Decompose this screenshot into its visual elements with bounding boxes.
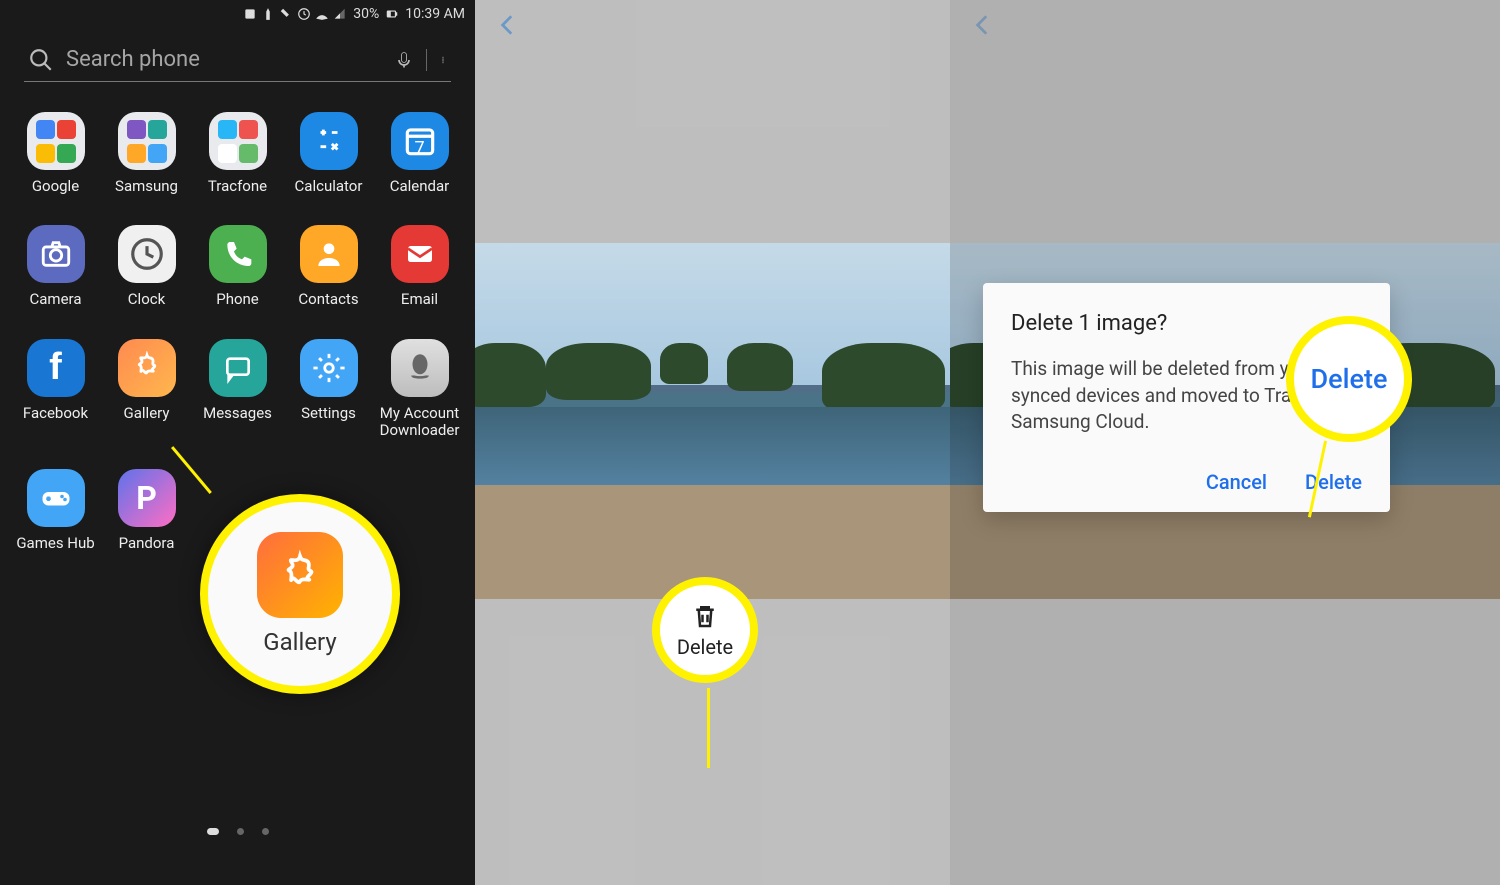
callout-dialog-delete: Delete xyxy=(1286,316,1412,442)
app-camera[interactable]: Camera xyxy=(10,225,101,308)
app-tracfone[interactable]: Tracfone xyxy=(192,112,283,195)
back-icon[interactable] xyxy=(495,12,521,38)
app-pandora[interactable]: PPandora xyxy=(101,469,192,552)
app-drawer-screen: 30% 10:39 AM Search phone Google Samsung… xyxy=(0,0,475,885)
app-calculator[interactable]: Calculator xyxy=(283,112,374,195)
app-google[interactable]: Google xyxy=(10,112,101,195)
app-contacts[interactable]: Contacts xyxy=(283,225,374,308)
back-icon[interactable] xyxy=(970,12,996,38)
trash-icon xyxy=(690,601,720,631)
app-my-account-downloader[interactable]: My Account Downloader xyxy=(374,339,465,440)
page-indicator xyxy=(0,828,475,835)
app-grid: Google Samsung Tracfone Calculator 7Cale… xyxy=(0,82,475,582)
app-calendar[interactable]: 7Calendar xyxy=(374,112,465,195)
status-time: 10:39 AM xyxy=(405,6,465,22)
search-bar[interactable]: Search phone xyxy=(24,38,451,82)
app-email[interactable]: Email xyxy=(374,225,465,308)
status-bar: 30% 10:39 AM xyxy=(0,0,475,28)
app-settings[interactable]: Settings xyxy=(283,339,374,440)
app-samsung[interactable]: Samsung xyxy=(101,112,192,195)
battery-percent: 30% xyxy=(353,6,379,22)
battery-icon xyxy=(385,7,399,21)
app-phone[interactable]: Phone xyxy=(192,225,283,308)
app-facebook[interactable]: fFacebook xyxy=(10,339,101,440)
app-games-hub[interactable]: Games Hub xyxy=(10,469,101,552)
app-gallery[interactable]: Gallery xyxy=(101,339,192,440)
gallery-photo-screen: Delete xyxy=(475,0,950,885)
callout-delete: Delete xyxy=(652,577,758,683)
search-placeholder: Search phone xyxy=(66,47,382,72)
search-icon xyxy=(28,47,54,73)
more-icon[interactable] xyxy=(439,49,447,71)
mic-icon[interactable] xyxy=(394,48,414,72)
app-clock[interactable]: Clock xyxy=(101,225,192,308)
dialog-cancel-button[interactable]: Cancel xyxy=(1206,470,1267,494)
app-messages[interactable]: Messages xyxy=(192,339,283,440)
status-icons xyxy=(243,7,347,21)
photo-preview[interactable] xyxy=(475,243,950,599)
